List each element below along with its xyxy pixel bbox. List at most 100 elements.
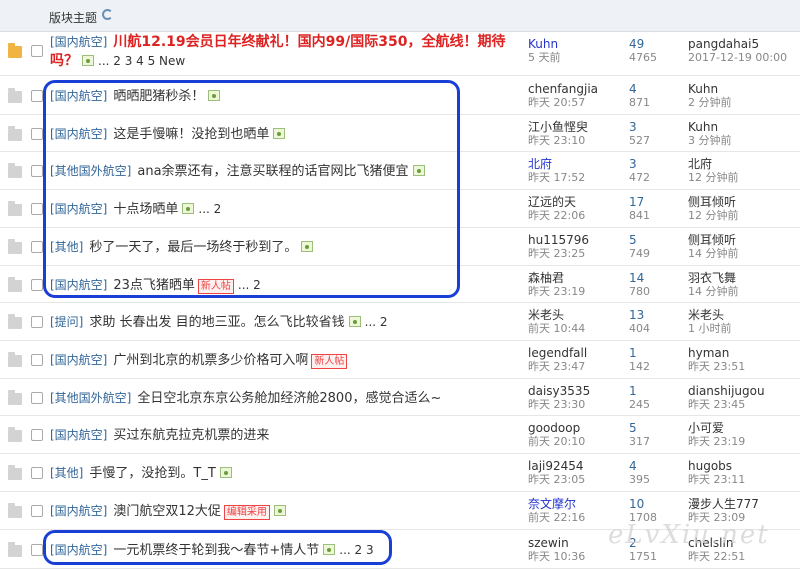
- category-link[interactable]: [国内航空]: [50, 127, 107, 141]
- thread-title-link[interactable]: 秒了一天了，最后一场终于秒到了。: [89, 240, 297, 255]
- thread-title-link[interactable]: 全日空北京东京公务舱加经济舱2800，感觉合适么~: [137, 391, 441, 406]
- thread-title-link[interactable]: 这是手慢嘛！没抢到也晒单: [113, 127, 269, 142]
- select-checkbox[interactable]: [31, 505, 43, 517]
- author-name[interactable]: 森柚君: [528, 271, 613, 285]
- last-poster[interactable]: Kuhn: [688, 120, 798, 134]
- thread-title-link[interactable]: 广州到北京的机票多少价格可入啊: [113, 353, 308, 368]
- last-poster[interactable]: 羽衣飞舞: [688, 271, 798, 285]
- last-post-date[interactable]: 1 小时前: [688, 322, 798, 336]
- thread-row[interactable]: [其他国外航空] 全日空北京东京公务舱加经济舱2800，感觉合适么~ daisy35…: [0, 379, 800, 416]
- thread-row[interactable]: [国内航空] 十点场晒单 ... 2 辽远的天 昨天 22:06 17 841 侧耳倾听 12 …: [0, 190, 800, 228]
- author-name[interactable]: laji92454: [528, 459, 613, 473]
- select-checkbox[interactable]: [31, 467, 43, 479]
- thread-title-link[interactable]: 23点飞猪晒单: [113, 278, 195, 293]
- last-poster[interactable]: 小可爱: [688, 421, 798, 435]
- author-name[interactable]: 米老头: [528, 308, 613, 322]
- reply-count[interactable]: 3: [629, 157, 679, 171]
- last-poster[interactable]: 漫步人生777: [688, 497, 798, 511]
- select-checkbox[interactable]: [31, 128, 43, 140]
- category-link[interactable]: [国内航空]: [50, 278, 107, 292]
- thread-row[interactable]: [国内航空] 广州到北京的机票多少价格可入啊 新人帖 legendfall 昨天 23:…: [0, 341, 800, 379]
- last-post-date[interactable]: 14 分钟前: [688, 285, 798, 299]
- thread-title-link[interactable]: 买过东航克拉克机票的进来: [113, 428, 269, 443]
- thread-title-link[interactable]: 晒晒肥猪秒杀！: [113, 89, 204, 104]
- last-poster[interactable]: 北府: [688, 157, 798, 171]
- reply-count[interactable]: 5: [629, 233, 679, 247]
- category-link[interactable]: [其他国外航空]: [50, 391, 131, 405]
- thread-row[interactable]: [其他国外航空] ana余票还有，注意买联程的话官网比飞猪便宜 北府 昨天 17:52…: [0, 152, 800, 190]
- last-post-date[interactable]: 昨天 23:45: [688, 398, 798, 412]
- reply-count[interactable]: 49: [629, 37, 679, 51]
- author-name[interactable]: 江小鱼悭臾: [528, 120, 613, 134]
- last-post-date[interactable]: 2 分钟前: [688, 96, 798, 110]
- thread-row[interactable]: [其他] 手慢了，没抢到。T_T laji92454 昨天 23:05 4 395 hugo…: [0, 454, 800, 492]
- author-name[interactable]: goodoop: [528, 421, 613, 435]
- category-link[interactable]: [国内航空]: [50, 428, 107, 442]
- author-name[interactable]: Kuhn: [528, 37, 613, 51]
- thread-row[interactable]: [国内航空] 晒晒肥猪秒杀！ chenfangjia 昨天 20:57 4 871 Kuhn…: [0, 76, 800, 115]
- page-links[interactable]: ... 2: [198, 202, 221, 216]
- author-name[interactable]: hu115796: [528, 233, 613, 247]
- reply-count[interactable]: 3: [629, 120, 679, 134]
- last-post-date[interactable]: 12 分钟前: [688, 209, 798, 223]
- last-poster[interactable]: Kuhn: [688, 82, 798, 96]
- last-post-date[interactable]: 昨天 23:11: [688, 473, 798, 487]
- page-links[interactable]: ... 2 3 4 5 New: [98, 54, 185, 68]
- select-checkbox[interactable]: [31, 165, 43, 177]
- thread-row[interactable]: [其他] 秒了一天了，最后一场终于秒到了。 hu115796 昨天 23:25 5 749…: [0, 228, 800, 266]
- thread-row[interactable]: [国内航空] 这是手慢嘛！没抢到也晒单 江小鱼悭臾 昨天 23:10 3 527 Kuhn 3…: [0, 115, 800, 152]
- select-checkbox[interactable]: [31, 203, 43, 215]
- last-post-date[interactable]: 12 分钟前: [688, 171, 798, 185]
- last-poster[interactable]: hugobs: [688, 459, 798, 473]
- refresh-icon[interactable]: [102, 9, 113, 20]
- page-links[interactable]: ... 2 3: [339, 543, 373, 557]
- select-checkbox[interactable]: [31, 392, 43, 404]
- author-name[interactable]: chenfangjia: [528, 82, 613, 96]
- reply-count[interactable]: 13: [629, 308, 679, 322]
- category-link[interactable]: [其他国外航空]: [50, 164, 131, 178]
- author-name[interactable]: 奈文摩尔: [528, 497, 613, 511]
- category-link[interactable]: [提问]: [50, 315, 83, 329]
- last-post-date[interactable]: 14 分钟前: [688, 247, 798, 261]
- category-link[interactable]: [国内航空]: [50, 35, 107, 49]
- thread-row[interactable]: [国内航空] 川航12.19会员日年终献礼！国内99/国际350，全航线！期待吗？…: [0, 32, 800, 76]
- thread-title-link[interactable]: 十点场晒单: [113, 202, 178, 217]
- author-name[interactable]: daisy3535: [528, 384, 613, 398]
- select-checkbox[interactable]: [31, 241, 43, 253]
- last-poster[interactable]: 侧耳倾听: [688, 233, 798, 247]
- thread-row[interactable]: [提问] 求助 长春出发 目的地三亚。怎么飞比较省钱 ... 2 米老头 前天 10:4…: [0, 303, 800, 341]
- thread-row[interactable]: [国内航空] 23点飞猪晒单 新人帖 ... 2 森柚君 昨天 23:19 14 780 羽衣飞…: [0, 266, 800, 303]
- reply-count[interactable]: 10: [629, 497, 679, 511]
- reply-count[interactable]: 4: [629, 82, 679, 96]
- category-link[interactable]: [国内航空]: [50, 543, 107, 557]
- select-checkbox[interactable]: [31, 279, 43, 291]
- reply-count[interactable]: 17: [629, 195, 679, 209]
- select-checkbox[interactable]: [31, 429, 43, 441]
- last-post-date[interactable]: 昨天 23:51: [688, 360, 798, 374]
- category-link[interactable]: [国内航空]: [50, 89, 107, 103]
- category-link[interactable]: [国内航空]: [50, 504, 107, 518]
- last-poster[interactable]: pangdahai5: [688, 37, 798, 51]
- select-checkbox[interactable]: [31, 90, 43, 102]
- last-poster[interactable]: 侧耳倾听: [688, 195, 798, 209]
- last-post-date[interactable]: 3 分钟前: [688, 134, 798, 148]
- author-name[interactable]: szewin: [528, 536, 613, 550]
- last-post-date[interactable]: 昨天 22:51: [688, 550, 798, 564]
- last-poster[interactable]: hyman: [688, 346, 798, 360]
- last-poster[interactable]: dianshijugou: [688, 384, 798, 398]
- page-links[interactable]: ... 2: [238, 278, 261, 292]
- thread-title-link[interactable]: 求助 长春出发 目的地三亚。怎么飞比较省钱: [89, 315, 344, 330]
- thread-title-link[interactable]: 一元机票终于轮到我～春节+情人节: [113, 543, 319, 558]
- select-checkbox[interactable]: [31, 544, 43, 556]
- page-links[interactable]: ... 2: [365, 315, 388, 329]
- last-post-date[interactable]: 昨天 23:19: [688, 435, 798, 449]
- select-checkbox[interactable]: [31, 354, 43, 366]
- last-poster[interactable]: 米老头: [688, 308, 798, 322]
- reply-count[interactable]: 4: [629, 459, 679, 473]
- select-checkbox[interactable]: [31, 45, 43, 57]
- thread-title-link[interactable]: ana余票还有，注意买联程的话官网比飞猪便宜: [137, 164, 408, 179]
- reply-count[interactable]: 14: [629, 271, 679, 285]
- reply-count[interactable]: 1: [629, 346, 679, 360]
- select-checkbox[interactable]: [31, 316, 43, 328]
- category-link[interactable]: [其他]: [50, 240, 83, 254]
